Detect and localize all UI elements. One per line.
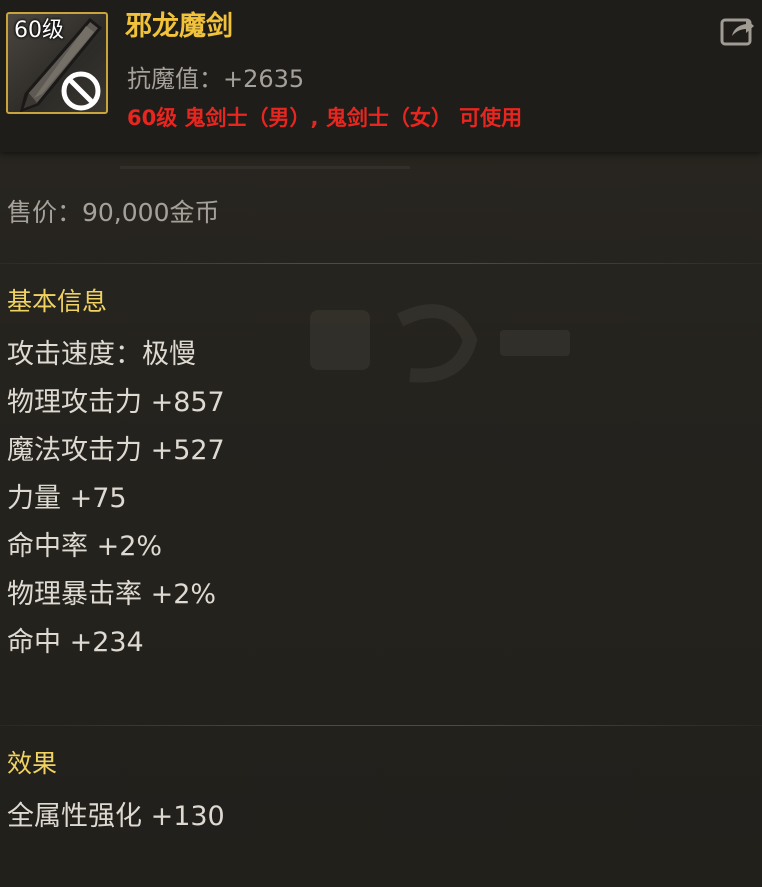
item-tooltip-panel: 60级 邪龙魔剑 抗魔值：+2635 60级 鬼剑士（男）, 鬼剑士（女） 可使…: [0, 0, 762, 887]
durability-bar: [120, 166, 410, 169]
effects-title: 效果: [7, 749, 58, 778]
item-name: 邪龙魔剑: [125, 11, 233, 42]
stat-attack-speed: 攻击速度：极慢: [7, 339, 196, 370]
durability-row: [0, 152, 762, 178]
item-level-badge: 60级: [14, 18, 64, 43]
item-icon[interactable]: 60级: [6, 12, 108, 114]
divider: [0, 263, 762, 264]
stat-hit: 命中 +234: [7, 627, 144, 658]
forbidden-icon: [61, 71, 101, 111]
divider: [0, 725, 762, 726]
item-header: 60级 邪龙魔剑 抗魔值：+2635 60级 鬼剑士（男）, 鬼剑士（女） 可使…: [0, 0, 762, 152]
stat-physical-attack: 物理攻击力 +857: [7, 387, 225, 418]
share-button[interactable]: [720, 14, 756, 46]
watermark-logo: [310, 304, 570, 383]
stat-all-element-enhance: 全属性强化 +130: [7, 801, 225, 832]
stat-physical-crit: 物理暴击率 +2%: [7, 579, 217, 610]
anti-magic-value: 抗魔值：+2635: [127, 65, 305, 93]
class-requirement: 60级 鬼剑士（男）, 鬼剑士（女） 可使用: [127, 106, 523, 130]
basic-info-title: 基本信息: [7, 287, 108, 316]
stat-hit-rate: 命中率 +2%: [7, 531, 163, 562]
sell-price: 售价：90,000金币: [7, 198, 220, 227]
share-icon: [720, 18, 754, 46]
stat-strength: 力量 +75: [7, 483, 127, 514]
stat-magic-attack: 魔法攻击力 +527: [7, 435, 225, 466]
